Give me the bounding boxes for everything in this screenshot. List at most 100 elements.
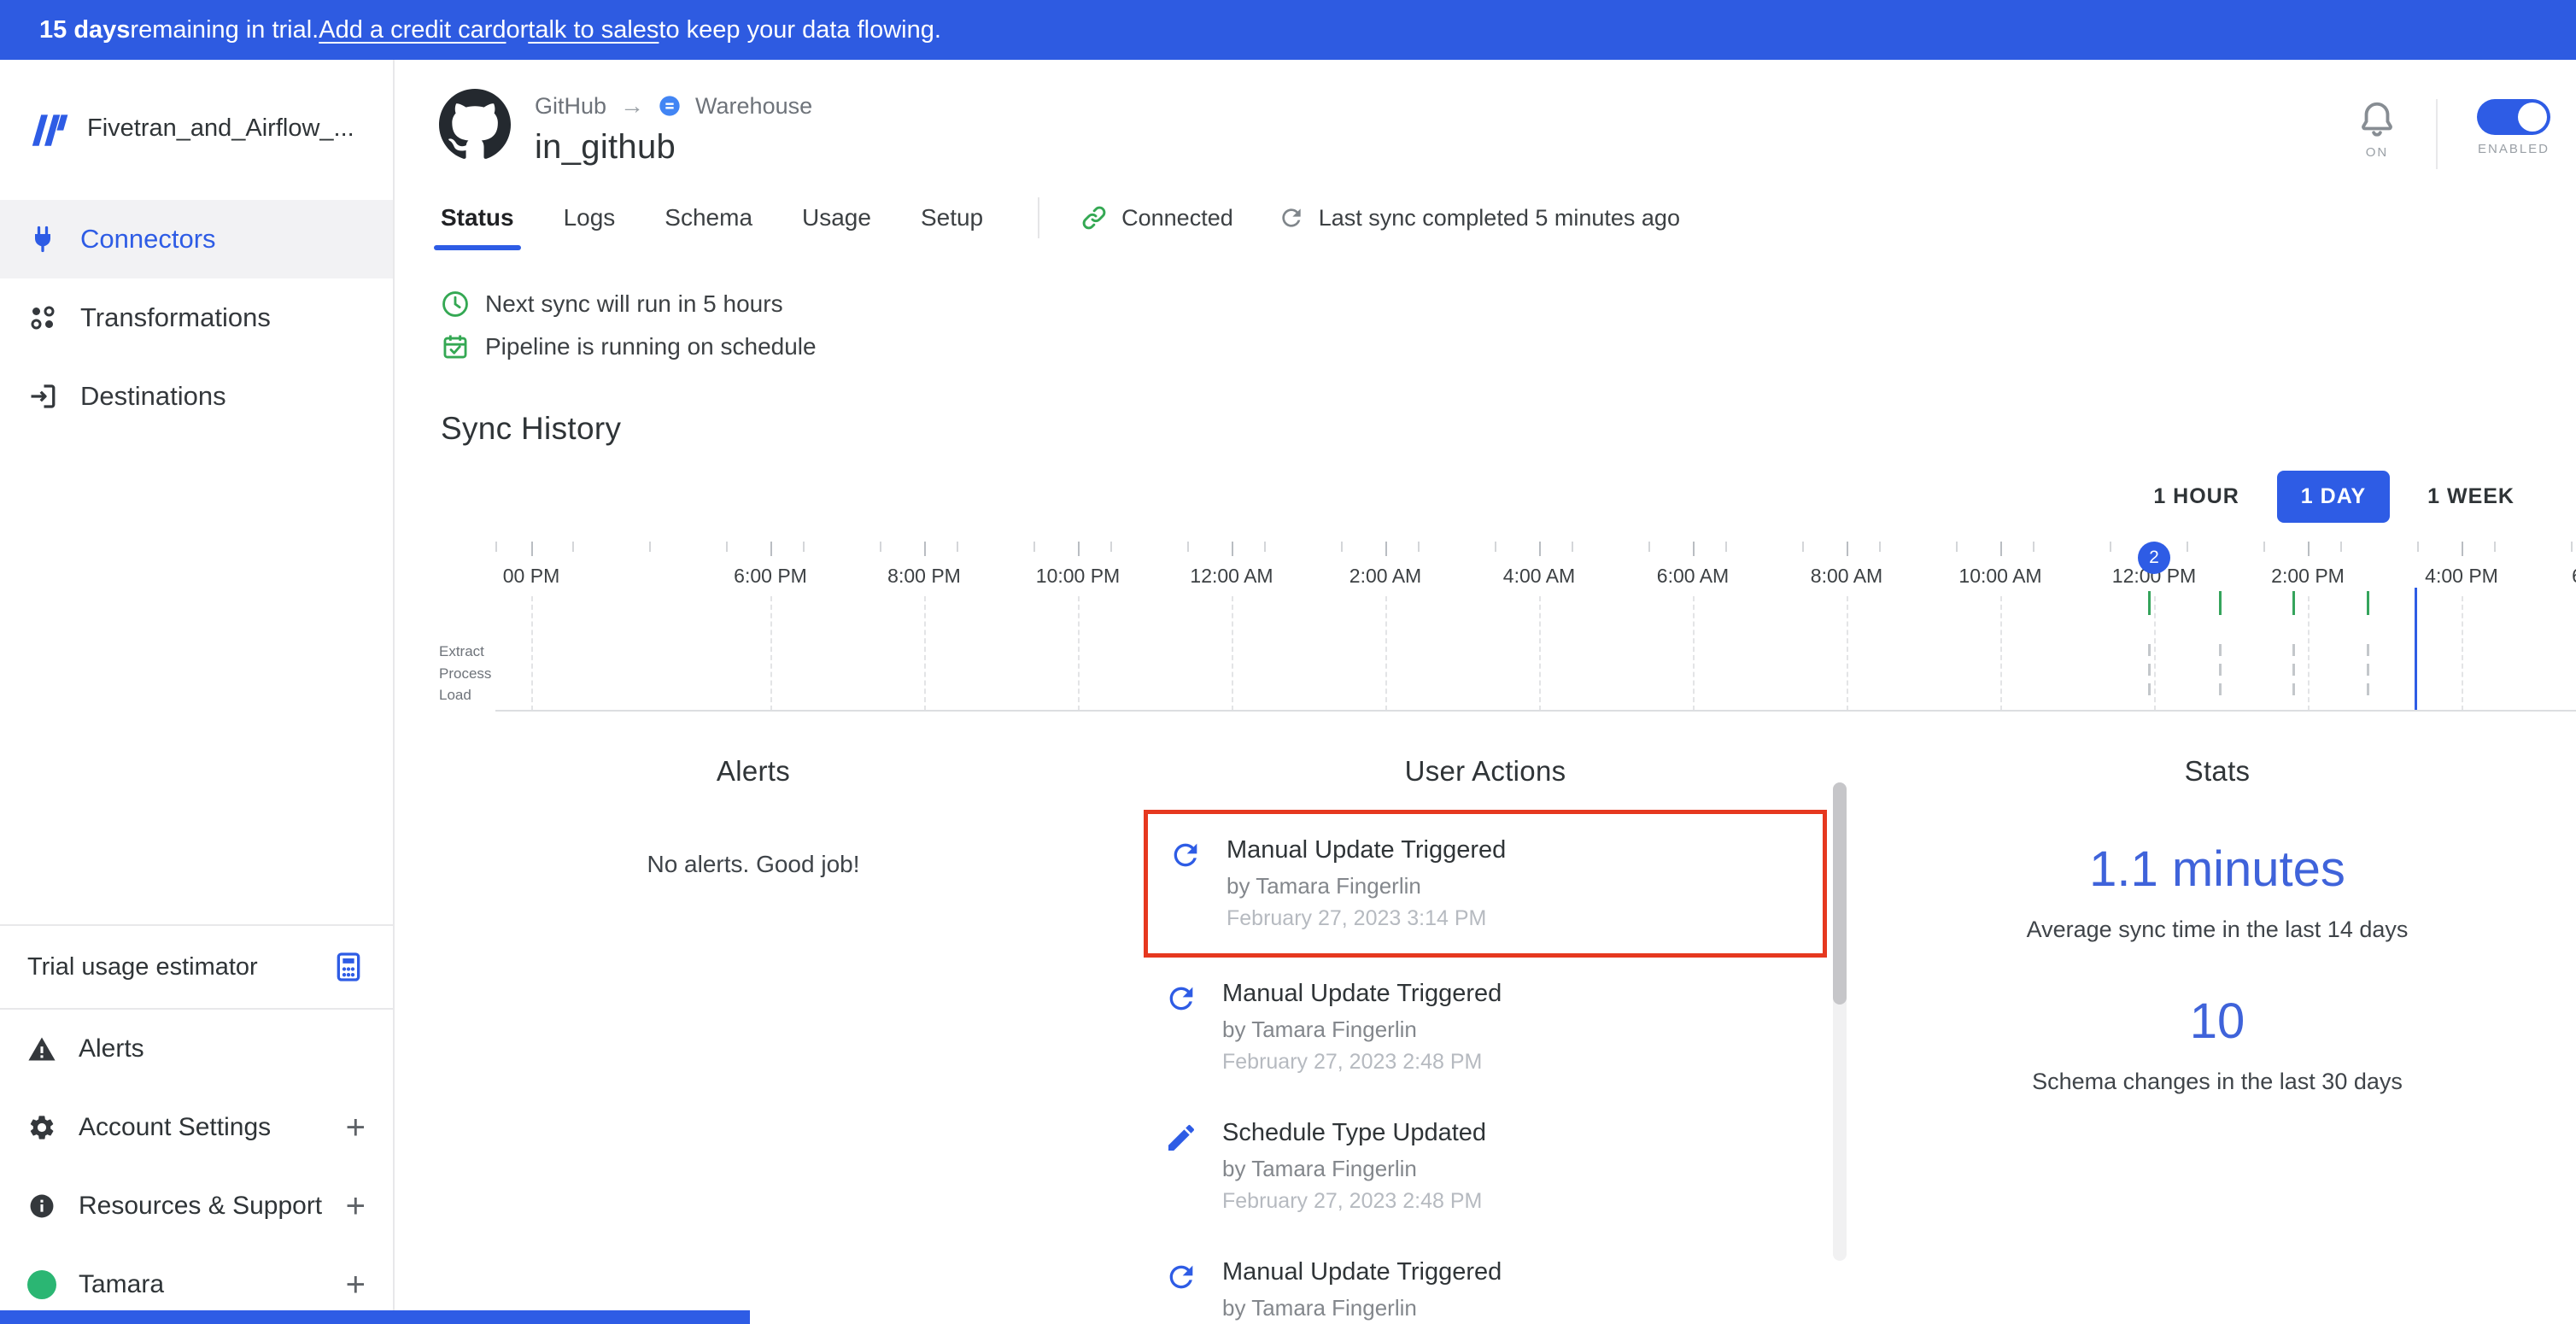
breadcrumb-destination[interactable]: Warehouse bbox=[695, 93, 812, 120]
stat-avg-sync-time-caption: Average sync time in the last 14 days bbox=[1859, 917, 2576, 943]
enabled-toggle[interactable] bbox=[2477, 99, 2550, 135]
timeline-tick-label: 10:00 AM bbox=[1958, 565, 2041, 588]
detail-columns: Alerts No alerts. Good job! User Actions… bbox=[395, 755, 2576, 1324]
next-sync-text: Next sync will run in 5 hours bbox=[485, 290, 783, 318]
tab-schema[interactable]: Schema bbox=[664, 185, 752, 250]
transformations-dots-icon bbox=[27, 302, 58, 333]
timeline-tick-label: 8:00 AM bbox=[1811, 565, 1882, 588]
stat-avg-sync-time: 1.1 minutes bbox=[1859, 841, 2576, 898]
timeline-tick bbox=[2308, 542, 2310, 556]
app-shell: Fivetran_and_Airflow_... Connectors Tran… bbox=[0, 60, 2576, 1324]
user-action-date: February 27, 2023 3:14 PM bbox=[1227, 906, 1506, 931]
link-icon bbox=[1080, 204, 1108, 231]
status-messages: Next sync will run in 5 hours Pipeline i… bbox=[441, 290, 2576, 361]
enable-toggle-block: ENABLED bbox=[2477, 99, 2550, 156]
toggle-knob bbox=[2518, 103, 2547, 132]
main-content: GitHub → Warehouse in_github Status Logs… bbox=[395, 60, 2576, 1324]
bell-state-label: ON bbox=[2366, 145, 2389, 160]
account-switcher[interactable]: Fivetran_and_Airflow_... bbox=[0, 60, 393, 200]
connector-header: GitHub → Warehouse in_github bbox=[395, 89, 2576, 167]
talk-to-sales-link[interactable]: talk to sales bbox=[528, 16, 659, 44]
range-1-hour-button[interactable]: 1 HOUR bbox=[2129, 471, 2263, 523]
tab-usage[interactable]: Usage bbox=[802, 185, 871, 250]
gear-icon bbox=[27, 1113, 56, 1142]
sidebar-item-label: Account Settings bbox=[79, 1113, 271, 1142]
alerts-column: Alerts No alerts. Good job! bbox=[395, 755, 1112, 1324]
breadcrumb-arrow-icon: → bbox=[620, 92, 644, 120]
tabs-divider bbox=[1038, 197, 1039, 238]
timeline-gridline bbox=[1693, 596, 1695, 711]
sidebar-item-connectors[interactable]: Connectors bbox=[0, 200, 393, 278]
stats-column: Stats 1.1 minutes Average sync time in t… bbox=[1859, 755, 2576, 1324]
sidebar-item-alerts[interactable]: Alerts bbox=[0, 1010, 393, 1088]
connection-status-label: Connected bbox=[1121, 205, 1233, 231]
user-actions-scrollbar[interactable] bbox=[1833, 782, 1847, 1261]
timeline-baseline bbox=[495, 710, 2576, 712]
expand-plus-icon[interactable]: + bbox=[346, 1268, 366, 1302]
user-action-author: by Tamara Fingerlin bbox=[1222, 1295, 1502, 1321]
timeline-tick bbox=[770, 542, 772, 556]
tab-setup[interactable]: Setup bbox=[921, 185, 983, 250]
timeline-tick-label: 2:00 PM bbox=[2271, 565, 2345, 588]
timeline-tick-label: 2:00 AM bbox=[1349, 565, 1421, 588]
user-actions-column-title: User Actions bbox=[1112, 755, 1859, 788]
calendar-check-icon bbox=[441, 332, 470, 361]
scrollbar-thumb[interactable] bbox=[1833, 782, 1847, 1005]
sidebar-item-resources-support[interactable]: Resources & Support + bbox=[0, 1167, 393, 1245]
range-1-day-button[interactable]: 1 DAY bbox=[2277, 471, 2390, 523]
toggle-state-label: ENABLED bbox=[2478, 142, 2550, 156]
refresh-icon bbox=[1164, 981, 1198, 1016]
timeline-tick bbox=[1232, 542, 1233, 556]
user-action-author: by Tamara Fingerlin bbox=[1222, 1156, 1486, 1182]
sidebar-item-destinations[interactable]: Destinations bbox=[0, 357, 393, 436]
account-name-label: Fivetran_and_Airflow_... bbox=[87, 114, 354, 143]
expand-plus-icon[interactable]: + bbox=[346, 1189, 366, 1223]
add-credit-card-link[interactable]: Add a credit card bbox=[319, 16, 506, 44]
range-1-week-button[interactable]: 1 WEEK bbox=[2403, 471, 2538, 523]
timeline-tick bbox=[1693, 542, 1695, 556]
tab-status[interactable]: Status bbox=[441, 185, 514, 250]
sidebar-item-label: Transformations bbox=[80, 302, 271, 333]
refresh-icon bbox=[1164, 1260, 1198, 1294]
pipeline-schedule-text: Pipeline is running on schedule bbox=[485, 333, 817, 360]
user-action-author: by Tamara Fingerlin bbox=[1222, 1016, 1502, 1043]
user-action-item: Manual Update Triggered by Tamara Finger… bbox=[1144, 1236, 1827, 1324]
connector-title: in_github bbox=[535, 128, 812, 167]
breadcrumb-source[interactable]: GitHub bbox=[535, 93, 606, 120]
header-divider bbox=[2436, 99, 2438, 169]
or-text: or bbox=[506, 16, 528, 44]
user-action-item: Manual Update Triggered by Tamara Finger… bbox=[1144, 958, 1827, 1097]
sidebar-item-transformations[interactable]: Transformations bbox=[0, 278, 393, 357]
sidebar: Fivetran_and_Airflow_... Connectors Tran… bbox=[0, 60, 395, 1324]
clock-icon bbox=[441, 290, 470, 319]
sync-cluster-badge[interactable]: 2 bbox=[2138, 542, 2170, 574]
user-action-title: Schedule Type Updated bbox=[1222, 1119, 1486, 1147]
current-time-marker bbox=[2415, 588, 2417, 712]
github-logo-icon bbox=[439, 89, 511, 167]
timeline-tick bbox=[1078, 542, 1080, 556]
user-action-title: Manual Update Triggered bbox=[1222, 1258, 1502, 1286]
timeline-tick bbox=[2462, 542, 2463, 556]
sidebar-bottom: Trial usage estimator Alerts bbox=[0, 924, 393, 1324]
tab-logs[interactable]: Logs bbox=[564, 185, 616, 250]
tabs-row: Status Logs Schema Usage Setup Connected… bbox=[395, 185, 2576, 250]
edit-pencil-icon bbox=[1164, 1121, 1198, 1155]
pipeline-schedule-message: Pipeline is running on schedule bbox=[441, 332, 2576, 361]
last-sync-label: Last sync completed 5 minutes ago bbox=[1319, 205, 1680, 231]
expand-plus-icon[interactable]: + bbox=[346, 1110, 366, 1145]
user-action-author: by Tamara Fingerlin bbox=[1227, 873, 1506, 899]
user-actions-list: Manual Update Triggered by Tamara Finger… bbox=[1144, 810, 1827, 1324]
user-action-item: Schedule Type Updated by Tamara Fingerli… bbox=[1144, 1097, 1827, 1236]
timeline-gridline bbox=[924, 596, 926, 711]
user-name-label: Tamara bbox=[79, 1270, 164, 1299]
sidebar-item-label: Connectors bbox=[80, 224, 216, 255]
trial-usage-estimator-button[interactable]: Trial usage estimator bbox=[0, 924, 393, 1010]
sync-refresh-icon bbox=[1278, 204, 1305, 231]
timeline-tick bbox=[2000, 542, 2002, 556]
notifications-control[interactable]: ON bbox=[2357, 99, 2397, 160]
timeline-tick bbox=[924, 542, 926, 556]
sync-history-title: Sync History bbox=[441, 411, 2576, 447]
stat-schema-changes: 10 bbox=[1859, 993, 2576, 1050]
sidebar-item-account-settings[interactable]: Account Settings + bbox=[0, 1088, 393, 1167]
timeline-gridline bbox=[2154, 596, 2156, 711]
